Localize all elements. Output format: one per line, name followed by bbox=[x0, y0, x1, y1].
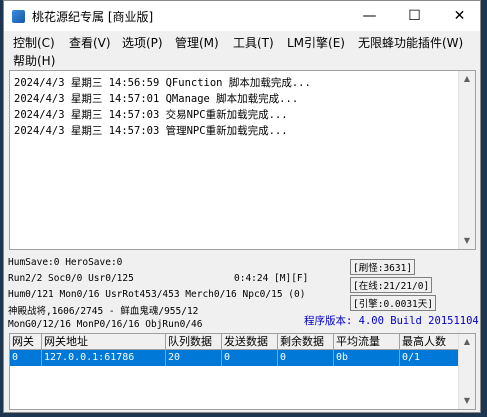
main-window: 桃花源纪专属 [商业版] — ☐ ✕ 控制(C) 查看(V) 选项(P) 管理(… bbox=[3, 0, 481, 413]
log-line: 2024/4/3 星期三 14:57:03 交易NPC重新加载完成... bbox=[14, 109, 288, 121]
scroll-up-icon[interactable]: ▲ bbox=[459, 71, 475, 87]
program-version: 程序版本: 4.00 Build 20151104 bbox=[304, 315, 479, 327]
table-cell: 0/1 bbox=[400, 350, 460, 366]
column-header[interactable]: 网关地址 bbox=[42, 334, 166, 350]
table-cell: 20 bbox=[166, 350, 222, 366]
online-badge: [在线:21/21/0] bbox=[350, 277, 433, 293]
run-status: Run2/2 Soc0/0 Usr0/125 bbox=[8, 273, 134, 284]
column-header[interactable]: 发送数据 bbox=[222, 334, 278, 350]
app-icon bbox=[12, 10, 25, 23]
menu-tools[interactable]: 工具(T) bbox=[233, 34, 274, 51]
scroll-up-icon[interactable]: ▲ bbox=[459, 334, 475, 350]
gateway-grid[interactable]: 网关 网关地址 队列数据 发送数据 剩余数据 平均流量 最高人数 0 127.0… bbox=[9, 333, 476, 410]
maximize-button[interactable]: ☐ bbox=[392, 1, 437, 31]
column-header[interactable]: 最高人数 bbox=[400, 334, 460, 350]
column-header[interactable]: 队列数据 bbox=[166, 334, 222, 350]
table-cell: 127.0.0.1:61786 bbox=[42, 350, 166, 366]
table-cell: 0 bbox=[222, 350, 278, 366]
minimize-button[interactable]: — bbox=[347, 1, 392, 31]
uptime-status: 0:4:24 [M][F] bbox=[234, 273, 309, 284]
close-button[interactable]: ✕ bbox=[437, 1, 482, 31]
menu-lm-engine[interactable]: LM引擎(E) bbox=[287, 34, 345, 51]
log-scrollbar[interactable]: ▲ ▼ bbox=[458, 71, 475, 249]
column-header[interactable]: 剩余数据 bbox=[278, 334, 334, 350]
refresh-monster-badge: [刷怪:3631] bbox=[350, 259, 416, 275]
column-header[interactable]: 网关 bbox=[10, 334, 42, 350]
grid-scrollbar[interactable]: ▲ ▼ bbox=[458, 334, 475, 409]
title-bar[interactable]: 桃花源纪专属 [商业版] — ☐ ✕ bbox=[4, 1, 480, 31]
log-line: 2024/4/3 星期三 14:57:01 QManage 脚本加载完成... bbox=[14, 93, 299, 105]
menu-options[interactable]: 选项(P) bbox=[122, 34, 163, 51]
hum-save-status: HumSave:0 HeroSave:0 bbox=[8, 257, 123, 268]
menu-manage[interactable]: 管理(M) bbox=[175, 34, 219, 51]
column-header[interactable]: 平均流量 bbox=[334, 334, 400, 350]
menu-plugins[interactable]: 无限蜂功能插件(W) bbox=[358, 34, 463, 51]
scroll-down-icon[interactable]: ▼ bbox=[459, 233, 475, 249]
log-line: 2024/4/3 星期三 14:56:59 QFunction 脚本加载完成..… bbox=[14, 77, 311, 89]
hum-status: Hum0/121 Mon0/16 UsrRot453/453 Merch0/16… bbox=[8, 289, 306, 300]
menu-bar: 控制(C) 查看(V) 选项(P) 管理(M) 工具(T) LM引擎(E) 无限… bbox=[4, 31, 480, 69]
god-status: 神殿战将,1606/2745 - 鲜血鬼魂/955/12 bbox=[8, 306, 199, 317]
table-cell: 0 bbox=[10, 350, 42, 366]
menu-help[interactable]: 帮助(H) bbox=[13, 52, 55, 69]
status-area: HumSave:0 HeroSave:0 Run2/2 Soc0/0 Usr0/… bbox=[8, 253, 479, 330]
log-line: 2024/4/3 星期三 14:57:03 管理NPC重新加载完成... bbox=[14, 125, 288, 137]
window-title: 桃花源纪专属 [商业版] bbox=[32, 10, 154, 24]
scroll-down-icon[interactable]: ▼ bbox=[459, 393, 475, 409]
table-cell: 0 bbox=[278, 350, 334, 366]
table-row[interactable]: 0 127.0.0.1:61786 20 0 0 0b 0/1 bbox=[10, 350, 460, 366]
grid-header: 网关 网关地址 队列数据 发送数据 剩余数据 平均流量 最高人数 bbox=[10, 334, 460, 350]
menu-control[interactable]: 控制(C) bbox=[13, 34, 55, 51]
mon-gen-status: MonG0/12/16 MonP0/16/16 ObjRun0/46 bbox=[8, 319, 203, 330]
table-cell: 0b bbox=[334, 350, 400, 366]
log-panel[interactable]: 2024/4/3 星期三 14:56:59 QFunction 脚本加载完成..… bbox=[9, 70, 476, 250]
menu-view[interactable]: 查看(V) bbox=[69, 34, 111, 51]
engine-badge: [引擎:0.0031天] bbox=[350, 295, 436, 311]
